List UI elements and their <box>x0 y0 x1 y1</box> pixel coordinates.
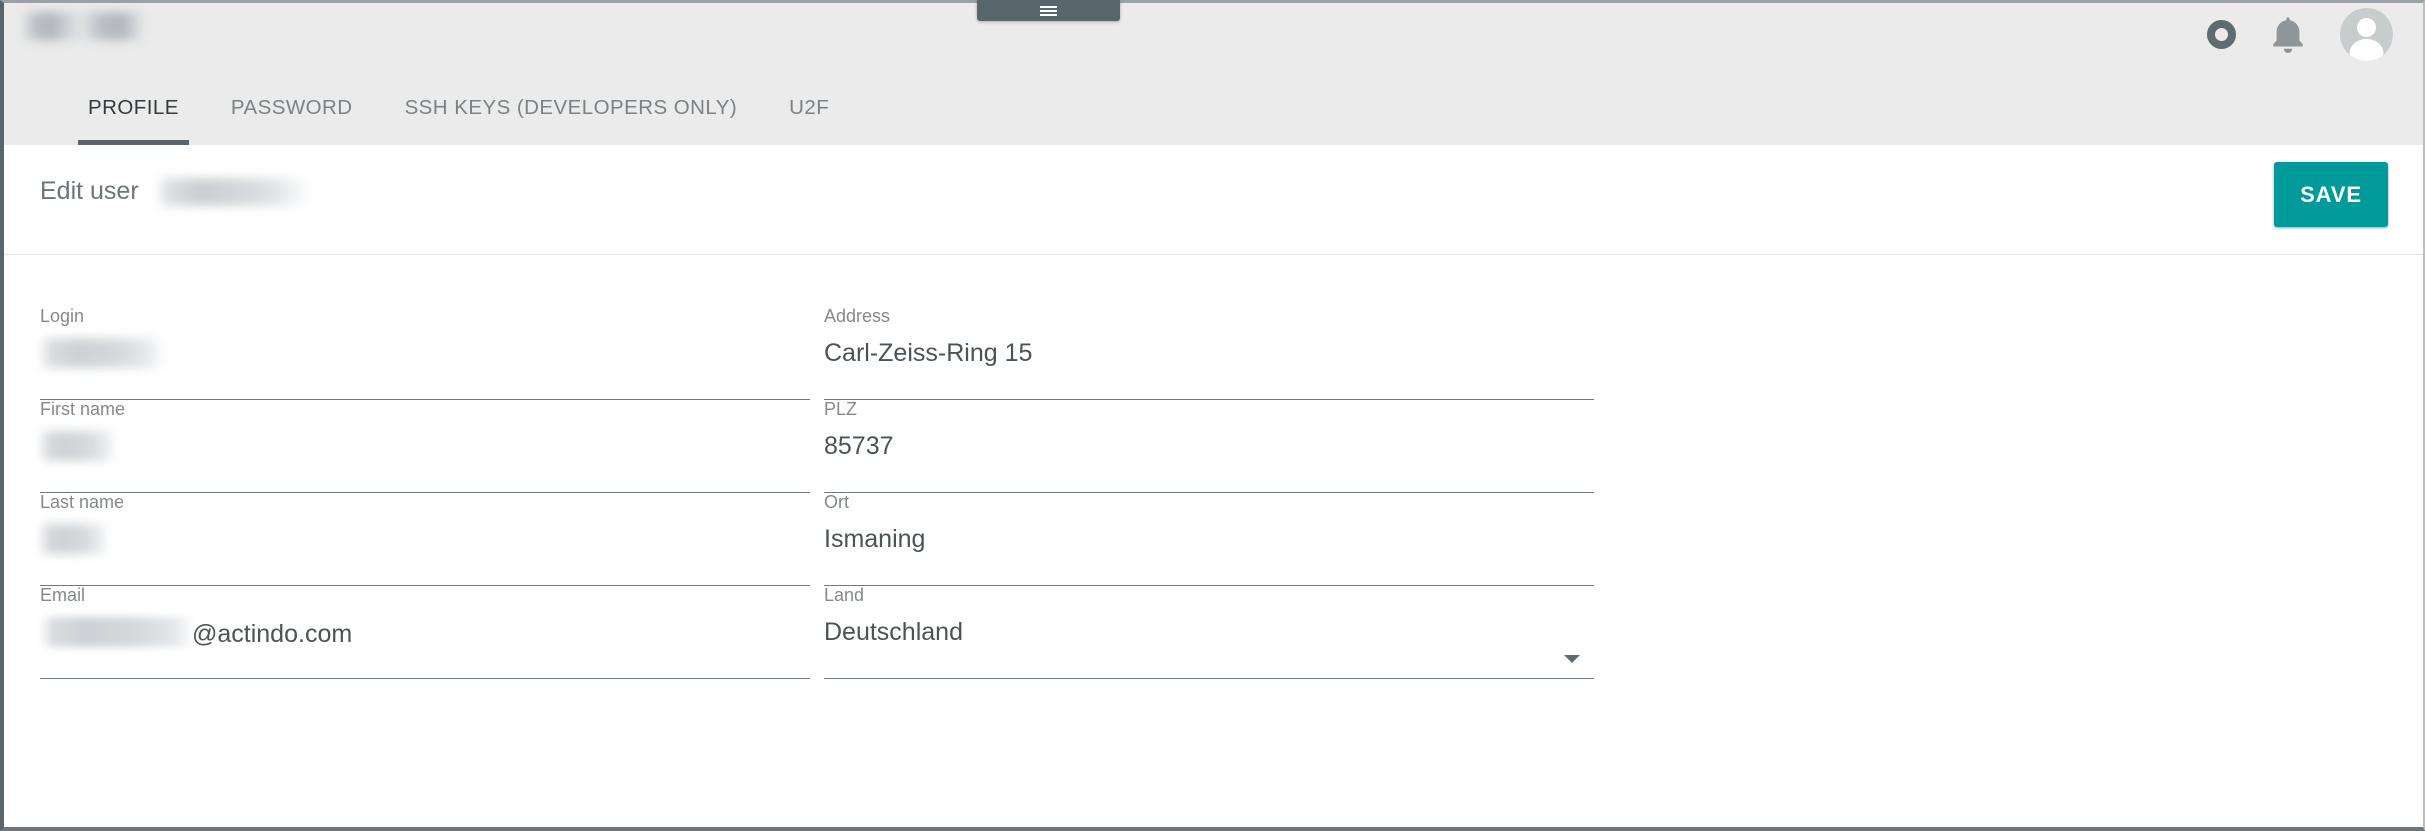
field-plz-value[interactable]: 85737 <box>824 426 1594 466</box>
tab-password-label: PASSWORD <box>230 96 353 119</box>
field-land-underline <box>824 678 1594 679</box>
page-title: Edit user <box>40 177 310 206</box>
header-actions <box>2207 8 2393 61</box>
tab-profile[interactable]: PROFILE <box>78 87 189 145</box>
field-land-label: Land <box>824 585 865 605</box>
page-title-username-redacted <box>154 177 310 206</box>
field-login: Login <box>40 307 810 400</box>
field-ort: Ort Ismaning <box>824 493 1594 586</box>
field-plz-label: PLZ <box>824 399 858 419</box>
field-last-name-redaction <box>40 524 108 554</box>
field-address: Address Carl-Zeiss-Ring 15 <box>824 307 1594 400</box>
field-last-name: Last name <box>40 493 810 586</box>
field-email-underline <box>40 678 810 679</box>
tab-u2f[interactable]: U2F <box>789 87 829 145</box>
field-first-name-label: First name <box>40 399 126 419</box>
tab-ssh-keys[interactable]: SSH KEYS (DEVELOPERS ONLY) <box>405 87 738 145</box>
field-address-label: Address <box>824 306 891 326</box>
field-land: Land Deutschland <box>824 586 1594 679</box>
tab-bar: PROFILE PASSWORD SSH KEYS (DEVELOPERS ON… <box>4 87 829 145</box>
ring-icon[interactable] <box>2207 20 2236 49</box>
field-email: Email @actindo.com <box>40 586 810 679</box>
field-address-value[interactable]: Carl-Zeiss-Ring 15 <box>824 333 1594 373</box>
field-first-name-redaction <box>40 431 116 461</box>
brand-title-redacted <box>22 12 147 40</box>
field-email-value[interactable]: @actindo.com <box>40 612 810 654</box>
application-window: PROFILE PASSWORD SSH KEYS (DEVELOPERS ON… <box>0 0 2425 831</box>
app-header: PROFILE PASSWORD SSH KEYS (DEVELOPERS ON… <box>4 0 2423 145</box>
field-ort-label: Ort <box>824 492 849 512</box>
form-column-right: Address Carl-Zeiss-Ring 15 PLZ 85737 Ort… <box>824 307 1594 679</box>
hamburger-menu-icon[interactable] <box>977 0 1120 21</box>
save-button[interactable]: SAVE <box>2274 162 2388 227</box>
avatar-person-icon <box>2349 18 2384 61</box>
field-first-name: First name <box>40 400 810 493</box>
tab-password[interactable]: PASSWORD <box>231 87 353 145</box>
field-email-redaction <box>40 617 192 647</box>
field-login-label: Login <box>40 306 85 326</box>
field-plz: PLZ 85737 <box>824 400 1594 493</box>
bell-icon[interactable] <box>2269 14 2307 56</box>
page-title-text: Edit user <box>40 177 139 205</box>
tab-ssh-keys-label: SSH KEYS (DEVELOPERS ONLY) <box>404 96 738 119</box>
field-email-domain-text: @actindo.com <box>192 620 353 648</box>
avatar[interactable] <box>2340 8 2393 61</box>
field-email-label: Email <box>40 585 86 605</box>
tab-u2f-label: U2F <box>789 96 830 119</box>
field-land-value[interactable]: Deutschland <box>824 612 1594 652</box>
field-last-name-label: Last name <box>40 492 125 512</box>
field-login-redaction <box>40 338 165 368</box>
form-column-left: Login First name Last name Email @actind… <box>40 307 810 679</box>
chevron-down-icon[interactable] <box>1564 655 1580 663</box>
profile-form: Login First name Last name Email @actind… <box>4 255 2423 819</box>
field-ort-value[interactable]: Ismaning <box>824 519 1594 559</box>
edit-user-bar: Edit user SAVE <box>4 145 2423 255</box>
hamburger-bars <box>1040 4 1057 18</box>
tab-profile-label: PROFILE <box>88 96 179 119</box>
